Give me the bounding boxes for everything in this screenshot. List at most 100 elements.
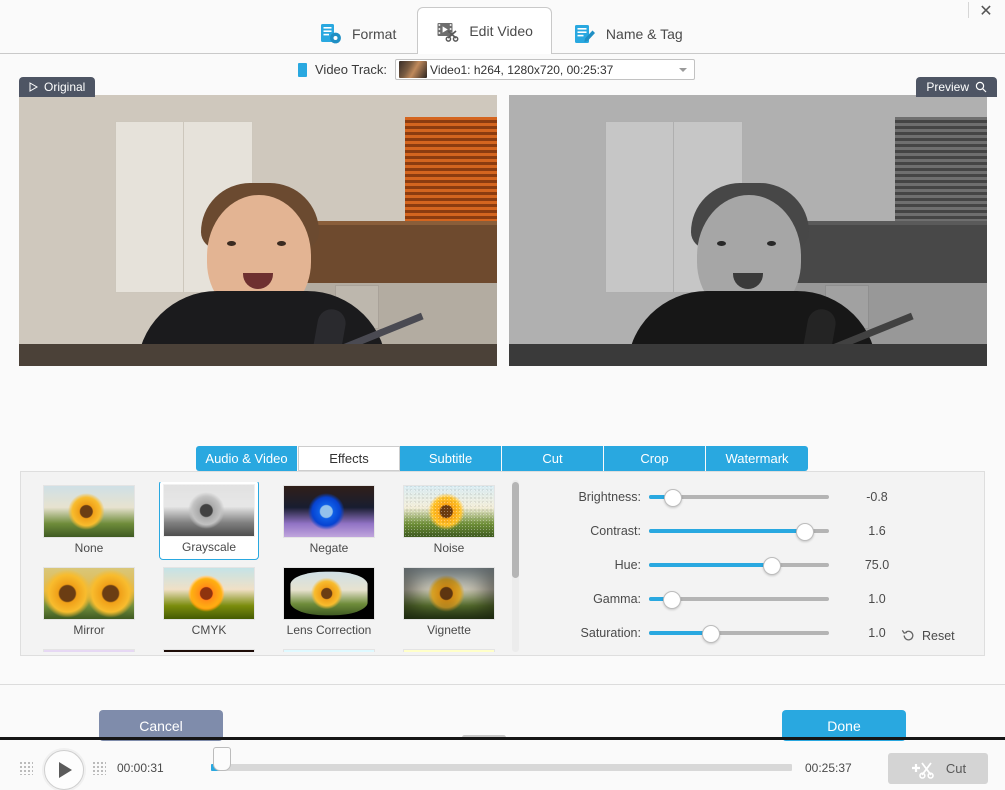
- effect-thumbnail: [283, 485, 375, 538]
- document-pencil-icon: [573, 22, 597, 46]
- effect-preview-image: [164, 650, 254, 652]
- panel-tab-cut-label: Cut: [542, 451, 563, 466]
- slider-track-hue[interactable]: [649, 557, 829, 575]
- effect-thumbnail: [43, 649, 135, 652]
- original-video-frame: [19, 95, 497, 366]
- play-button[interactable]: [44, 750, 84, 790]
- panel-tab-crop[interactable]: Crop: [604, 446, 706, 471]
- slider-knob-contrast[interactable]: [795, 523, 814, 541]
- effect-label: Mirror: [73, 623, 105, 637]
- effects-grid[interactable]: None Grayscale Negate Noise Mirror CMYK …: [39, 482, 509, 652]
- cut-button-label: Cut: [945, 761, 967, 776]
- effect-preview-image: [284, 486, 374, 537]
- reset-button[interactable]: Reset: [901, 628, 955, 643]
- panel-tab-subtitle[interactable]: Subtitle: [400, 446, 502, 471]
- panel-tab-effects-label: Effects: [329, 451, 369, 466]
- slider-knob-saturation[interactable]: [702, 625, 721, 643]
- effect-item-row3-1[interactable]: [39, 646, 139, 652]
- effect-item-row3-4[interactable]: [399, 646, 499, 652]
- slider-track-brightness[interactable]: [649, 489, 829, 507]
- adjustment-sliders: Brightness: -0.8 Contrast: 1.6 Hue: 75.0…: [531, 480, 971, 650]
- preview-badge-label: Preview: [926, 80, 969, 94]
- original-video-pane[interactable]: [19, 95, 497, 366]
- slider-fill-hue: [649, 563, 772, 567]
- effect-thumbnail: [43, 485, 135, 538]
- effects-scrollbar-thumb[interactable]: [512, 482, 519, 578]
- timeline-slider[interactable]: [211, 764, 792, 771]
- tab-edit-video-label: Edit Video: [469, 22, 533, 39]
- effect-thumbnail: [163, 567, 255, 620]
- vignette-overlay: [404, 568, 494, 619]
- slider-value-saturation: 1.0: [868, 626, 886, 640]
- contrast-effect-overlay: [509, 95, 987, 366]
- slider-knob-brightness[interactable]: [664, 489, 683, 507]
- panel-tab-cut[interactable]: Cut: [502, 446, 604, 471]
- tab-name-and-tag-label: Name & Tag: [605, 26, 683, 42]
- effect-thumbnail: [283, 649, 375, 652]
- slider-row-gamma: Gamma: 1.0: [531, 588, 971, 610]
- panel-tab-strip: Audio & Video Effects Subtitle Cut Crop …: [196, 446, 808, 471]
- tab-format[interactable]: Format: [300, 14, 415, 53]
- video-track-row: Video Track: Video1: h264, 1280x720, 00:…: [0, 54, 1005, 88]
- tab-name-and-tag[interactable]: Name & Tag: [554, 14, 702, 53]
- cut-button[interactable]: Cut: [888, 753, 988, 784]
- effect-item-vignette[interactable]: Vignette: [399, 564, 499, 644]
- slider-track-saturation[interactable]: [649, 625, 829, 643]
- slider-row-brightness: Brightness: -0.8: [531, 486, 971, 508]
- effect-item-grayscale[interactable]: Grayscale: [159, 482, 259, 560]
- effect-item-row3-2[interactable]: [159, 646, 259, 652]
- close-icon[interactable]: ✕: [973, 1, 999, 23]
- scene-floor: [19, 344, 497, 366]
- effect-thumbnail: [163, 649, 255, 652]
- slider-row-contrast: Contrast: 1.6: [531, 520, 971, 542]
- scene-door-left: [115, 121, 185, 293]
- slider-value-contrast: 1.6: [868, 524, 886, 538]
- slider-label-gamma: Gamma:: [593, 592, 641, 606]
- format-document-gear-icon: [319, 22, 343, 46]
- effect-label: None: [74, 541, 104, 555]
- effect-preview-image: [44, 650, 134, 652]
- effect-label: Vignette: [427, 623, 471, 637]
- effect-preview-image: [44, 486, 134, 537]
- video-track-thumbnail: [399, 61, 428, 78]
- effect-item-none[interactable]: None: [39, 482, 139, 562]
- effect-item-row3-3[interactable]: [279, 646, 379, 652]
- video-track-value: Video1: h264, 1280x720, 00:25:37: [430, 62, 614, 77]
- subject-eye-left: [227, 241, 236, 246]
- panel-tab-watermark-label: Watermark: [725, 451, 789, 466]
- effect-preview-image: [404, 650, 494, 652]
- chevron-down-icon[interactable]: [679, 68, 688, 72]
- slider-label-hue: Hue:: [614, 558, 641, 572]
- slider-fill-saturation: [649, 631, 711, 635]
- original-badge: Original: [19, 77, 96, 97]
- slider-value-brightness: -0.8: [866, 490, 888, 504]
- effect-item-cmyk[interactable]: CMYK: [159, 564, 259, 644]
- effect-item-noise[interactable]: Noise: [399, 482, 499, 562]
- preview-video-pane[interactable]: [509, 95, 987, 366]
- timeline-playhead-handle[interactable]: [213, 747, 231, 771]
- film-scissors-icon: [436, 19, 460, 43]
- tab-edit-video[interactable]: Edit Video: [417, 7, 552, 54]
- video-track-select[interactable]: Video1: h264, 1280x720, 00:25:37: [395, 59, 696, 80]
- magnifier-icon: [975, 81, 987, 93]
- preview-area: Original Preview: [0, 77, 1005, 373]
- panel-tab-watermark[interactable]: Watermark: [706, 446, 808, 471]
- reset-counterclock-icon: [901, 630, 914, 641]
- effect-item-negate[interactable]: Negate: [279, 482, 379, 562]
- panel-tab-audio-video[interactable]: Audio & Video: [196, 446, 298, 471]
- video-track-group: Video Track: Video1: h264, 1280x720, 00:…: [298, 59, 696, 80]
- slider-track-gamma[interactable]: [649, 591, 829, 609]
- panel-body: None Grayscale Negate Noise Mirror CMYK …: [20, 471, 985, 656]
- slider-knob-hue[interactable]: [763, 557, 782, 575]
- preview-video-frame: [509, 95, 987, 366]
- slider-label-brightness: Brightness:: [578, 490, 641, 504]
- slider-knob-gamma[interactable]: [662, 591, 681, 609]
- effect-item-lens-correction[interactable]: Lens Correction: [279, 564, 379, 644]
- slider-track-contrast[interactable]: [649, 523, 829, 541]
- panel-tab-effects[interactable]: Effects: [298, 446, 400, 471]
- header-divider: [968, 2, 969, 18]
- current-time-label: 00:00:31: [117, 761, 164, 775]
- effect-thumbnail: [403, 567, 495, 620]
- footer-bar: Cancel Done: [0, 684, 1005, 741]
- effect-item-mirror[interactable]: Mirror: [39, 564, 139, 644]
